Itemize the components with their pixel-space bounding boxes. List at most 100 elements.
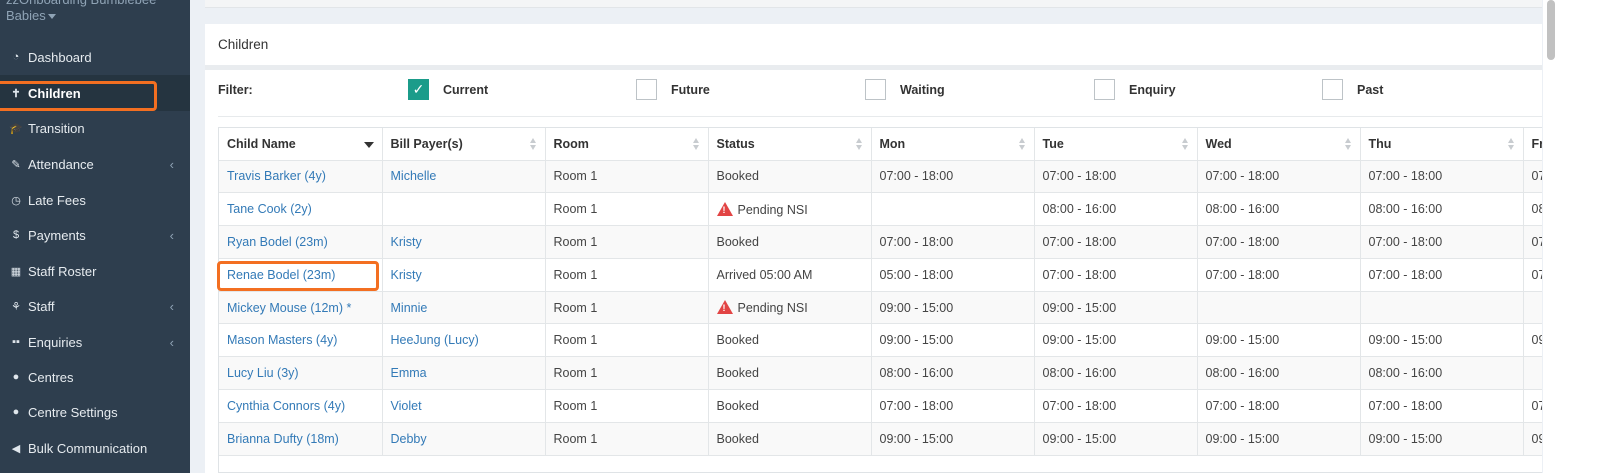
caret-down-icon [47,14,56,20]
sidebar-item-bulk-communication[interactable]: ◀ Bulk Communication [0,430,190,466]
cell-wed: 07:00 - 18:00 [1197,258,1361,292]
sidebar-item-dashboard[interactable]: ◔ Dashboard [0,39,190,75]
child-name-link[interactable]: Tane Cook (2y) [227,202,312,216]
cell-value: 09 [1531,333,1543,348]
child-name-link[interactable]: Brianna Dufty (18m) [227,432,339,446]
sidebar-item-label: Enquiries [28,334,83,350]
sidebar-item-staff-roster[interactable]: ▦ Staff Roster [0,253,190,289]
child-name-link[interactable]: Travis Barker (4y) [227,169,326,183]
cell-fri: 07 [1523,225,1542,259]
child-name-link[interactable]: Mickey Mouse (12m) * [227,301,351,315]
cell-tue: 09:00 - 15:00 [1034,291,1198,325]
bill-payer-link[interactable]: Minnie [391,301,428,315]
cell-fri: 07 [1523,258,1542,292]
status-text: Booked [716,333,759,348]
bill-payer-link[interactable]: Emma [391,366,427,380]
cell-mon: 09:00 - 15:00 [871,291,1035,325]
cell-fri [1523,291,1542,325]
filter-option-label: Future [671,82,710,97]
cell-value: 09:00 - 15:00 [879,300,954,315]
sidebar-item-payments[interactable]: $ Payments ‹ [0,217,190,253]
filter-future[interactable]: Future [636,79,710,100]
sidebar-item-staff[interactable]: ⚘ Staff ‹ [0,288,190,324]
cell-room: Room 1 [545,225,709,259]
child-name-link[interactable]: Lucy Liu (3y) [227,366,299,380]
cell-fri: 07 [1523,389,1542,423]
column-header-mon[interactable]: Mon [871,128,1035,161]
filter-checkbox[interactable] [1322,79,1343,100]
scrollbar-thumb[interactable] [1547,0,1555,60]
bill-payer-link[interactable]: HeeJung (Lucy) [391,333,479,347]
cell-value: 09:00 - 15:00 [879,333,954,348]
cell-tue: 08:00 - 16:00 [1034,356,1198,391]
filter-checkbox[interactable] [1094,79,1115,100]
cell-payer: Kristy [382,225,546,259]
sidebar-item-late-fees[interactable]: ◷ Late Fees [0,182,190,218]
bill-payer-link[interactable]: Michelle [391,169,437,183]
cell-value: Room 1 [553,398,598,413]
cell-value: 07:00 - 18:00 [1042,169,1117,184]
sidebar-item-label: Bulk Communication [28,440,148,456]
cell-fri: 09 [1523,422,1543,456]
sidebar-item-label: Centres [28,369,74,385]
bill-payer-link[interactable]: Kristy [391,268,422,282]
cell-wed: 07:00 - 18:00 [1197,225,1361,259]
sidebar-item-centre-settings[interactable]: ● Centre Settings [0,394,190,430]
cell-value: 08:00 - 16:00 [1205,366,1280,381]
column-header-status[interactable]: Status [708,128,872,161]
cell-value: 07:00 - 18:00 [1205,169,1280,184]
cell-value: Room 1 [553,267,598,282]
status-text: Booked [716,398,759,413]
cell-child: Mickey Mouse (12m) * [219,291,383,325]
sidebar-item-centres[interactable]: ● Centres [0,359,190,395]
filter-enquiry[interactable]: Enquiry [1094,79,1176,100]
cell-value: 08:00 - 16:00 [1205,202,1280,217]
column-header-fr[interactable]: Fr [1523,128,1542,161]
cell-wed: 08:00 - 16:00 [1197,192,1361,227]
cell-value: 07:00 - 18:00 [1368,267,1443,282]
column-header-label: Room [553,136,589,151]
column-header-label: Mon [879,136,906,151]
filter-waiting[interactable]: Waiting [865,79,945,100]
child-name-link[interactable]: Mason Masters (4y) [227,333,337,347]
sidebar-item-transition[interactable]: 🎓 Transition [0,110,190,146]
divider [218,116,1542,117]
sidebar-item-label: Transition [28,120,85,136]
child-name-link[interactable]: Ryan Bodel (23m) [227,235,328,249]
bill-payer-link[interactable]: Kristy [391,235,422,249]
filter-checkbox[interactable]: ✓ [408,79,429,100]
bill-payer-link[interactable]: Violet [391,399,422,413]
filter-past[interactable]: Past [1322,79,1383,100]
grid-icon: ▪▪ [12,336,20,348]
scrollbar[interactable] [1543,0,1568,473]
cell-wed: 09:00 - 15:00 [1197,422,1361,456]
cell-status: ! Pending NSI [708,192,872,227]
divider [205,65,1542,70]
column-header-label: Wed [1205,136,1232,151]
cell-payer: Emma [382,356,546,391]
filter-checkbox[interactable] [636,79,657,100]
graduation-cap-icon: 🎓 [9,122,23,135]
filter-option-label: Enquiry [1129,82,1176,97]
column-header-room[interactable]: Room [545,128,709,161]
child-name-link[interactable]: Cynthia Connors (4y) [227,399,345,413]
cell-value: 09 [1531,431,1543,446]
table-row: Tane Cook (2y) Room 1! Pending NSI 08:00 - … [219,192,1542,227]
chevron-left-icon: ‹ [169,227,174,243]
filter-checkbox[interactable] [865,79,886,100]
filter-current[interactable]: ✓ Current [408,79,488,100]
bullhorn-icon: ◀ [11,442,21,455]
bill-payer-link[interactable]: Debby [391,432,427,446]
sidebar-item-enquiries[interactable]: ▪▪ Enquiries ‹ [0,324,190,360]
sidebar-item-label: Dashboard [28,49,92,65]
status-text: Booked [716,366,759,381]
cell-value: 09:00 - 15:00 [1368,431,1443,446]
column-header-bill-payer-s[interactable]: Bill Payer(s) [382,128,546,161]
column-header-tue[interactable]: Tue [1034,128,1198,161]
sidebar-item-attendance[interactable]: ✎ Attendance ‹ [0,146,190,182]
column-header-child-name[interactable]: Child Name [219,128,383,161]
cell-tue: 09:00 - 15:00 [1034,422,1198,456]
org-switcher[interactable]: zzOnboarding Bumblebee Babies [6,0,186,40]
column-header-wed[interactable]: Wed [1197,128,1361,161]
column-header-thu[interactable]: Thu [1360,128,1524,161]
